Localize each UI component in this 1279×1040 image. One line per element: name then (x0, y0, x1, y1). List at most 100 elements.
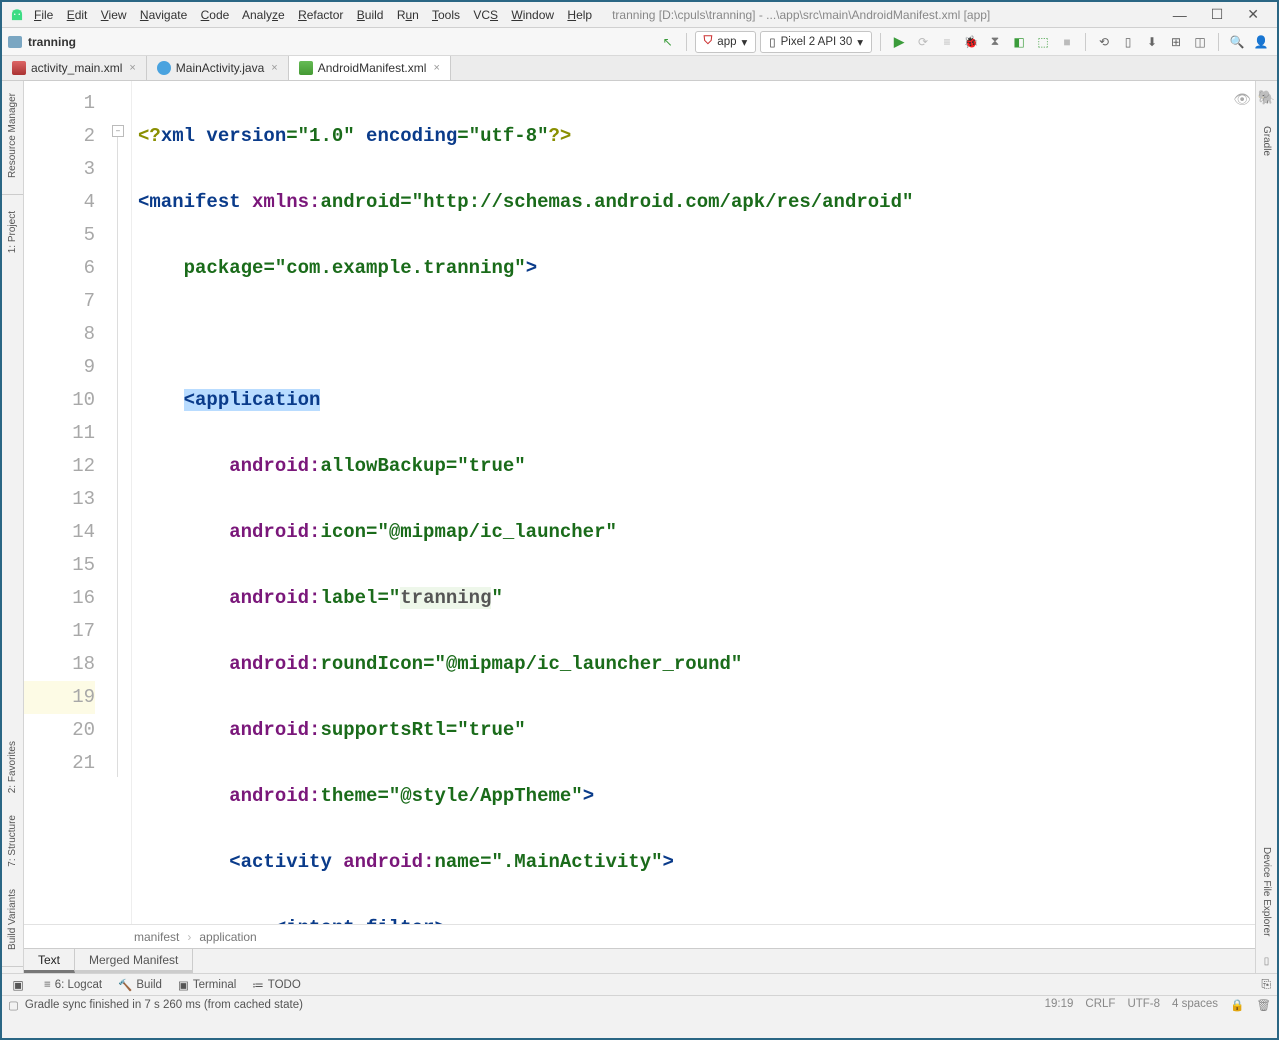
menu-help[interactable]: Help (567, 8, 592, 22)
fold-strip: – (104, 81, 132, 924)
separator (686, 33, 687, 51)
apply-changes-icon[interactable]: ⟳ (913, 32, 933, 52)
line-separator[interactable]: CRLF (1085, 998, 1115, 1012)
coverage-icon[interactable]: ◧ (1009, 32, 1029, 52)
menu-analyze[interactable]: Analyze (242, 8, 285, 22)
event-log-icon[interactable]: ⎘ (1261, 977, 1271, 992)
build-icon[interactable]: ↖ (658, 32, 678, 52)
code-editor[interactable]: 👁 123456789101112131415161718192021 – <?… (24, 81, 1255, 924)
sdk-manager-icon[interactable]: ⬇ (1142, 32, 1162, 52)
device-label: Pixel 2 API 30 (781, 36, 853, 48)
tool-terminal[interactable]: ▣ Terminal (178, 978, 236, 992)
window-close-icon[interactable]: ✕ (1247, 6, 1259, 23)
tab-label: activity_main.xml (31, 61, 122, 75)
breadcrumb-item[interactable]: application (199, 930, 256, 944)
device-combo[interactable]: ▯ Pixel 2 API 30 ▾ (760, 31, 872, 53)
menu-window[interactable]: Window (511, 8, 554, 22)
status-message: Gradle sync finished in 7 s 260 ms (from… (25, 999, 303, 1011)
bottom-tab-merged[interactable]: Merged Manifest (75, 949, 193, 973)
menu-build[interactable]: Build (357, 8, 384, 22)
tool-build[interactable]: 🔨 Build (118, 978, 162, 992)
close-icon[interactable]: × (433, 62, 439, 74)
bottom-tool-bar: ▣ ≡ 6: Logcat 🔨 Build ▣ Terminal ≔ TODO … (2, 973, 1277, 995)
breadcrumb-item[interactable]: manifest (134, 930, 179, 944)
bottom-tab-text[interactable]: Text (24, 949, 75, 973)
user-icon[interactable]: 👤 (1251, 32, 1271, 52)
editor-panel: 👁 123456789101112131415161718192021 – <?… (24, 81, 1255, 973)
rail-gradle[interactable]: Gradle (1261, 120, 1272, 162)
tab-label: MainActivity.java (176, 61, 264, 75)
tab-mainactivity[interactable]: MainActivity.java × (147, 56, 289, 80)
menu-navigate[interactable]: Navigate (140, 8, 187, 22)
close-icon[interactable]: × (271, 62, 277, 74)
nav-crumb-label: tranning (28, 35, 76, 49)
profiler-icon[interactable]: ⧗ (985, 32, 1005, 52)
manifest-file-icon (299, 61, 313, 75)
indent[interactable]: 4 spaces (1172, 998, 1218, 1012)
run-icon[interactable]: ▶ (889, 32, 909, 52)
readonly-lock-icon[interactable]: 🔒 (1230, 998, 1244, 1012)
run-config-label: app (717, 36, 736, 48)
main-content-row: Resource Manager 1: Project 2: Favorites… (2, 81, 1277, 973)
debug-icon[interactable]: 🐞 (961, 32, 981, 52)
status-bar: ▢ Gradle sync finished in 7 s 260 ms (fr… (2, 995, 1277, 1013)
chevron-right-icon: › (187, 930, 191, 944)
resource-manager-icon[interactable]: ⊞ (1166, 32, 1186, 52)
menu-vcs[interactable]: VCS (473, 8, 498, 22)
main-toolbar: tranning ↖ ⛉ app ▾ ▯ Pixel 2 API 30 ▾ ▶ … (2, 28, 1277, 56)
rail-device-file-explorer[interactable]: Device File Explorer (1261, 841, 1272, 942)
menu-run[interactable]: Run (397, 8, 419, 22)
editor-bottom-tabs: Text Merged Manifest (24, 948, 1255, 973)
tab-androidmanifest[interactable]: AndroidManifest.xml × (289, 56, 451, 80)
status-square-icon[interactable]: ▢ (8, 998, 19, 1012)
encoding[interactable]: UTF-8 (1127, 998, 1160, 1012)
sync-gradle-icon[interactable]: ⟲ (1094, 32, 1114, 52)
caret-position[interactable]: 19:19 (1045, 998, 1074, 1012)
attach-debugger-icon[interactable]: ⬚ (1033, 32, 1053, 52)
window-minimize-icon[interactable]: — (1173, 7, 1187, 23)
close-icon[interactable]: × (129, 62, 135, 74)
separator (2, 194, 23, 195)
menu-refactor[interactable]: Refactor (298, 8, 343, 22)
run-config-combo[interactable]: ⛉ app ▾ (695, 31, 757, 53)
avd-manager-icon[interactable]: ▯ (1118, 32, 1138, 52)
menu-edit[interactable]: Edit (67, 8, 88, 22)
dropdown-icon: ▾ (857, 35, 863, 49)
rail-build-variants[interactable]: Build Variants (7, 883, 18, 956)
code-breadcrumb: manifest › application (24, 924, 1255, 948)
code-lines[interactable]: <?xml version="1.0" encoding="utf-8"?> <… (132, 81, 1255, 924)
rail-favorites[interactable]: 2: Favorites (7, 735, 18, 799)
rail-resource-manager[interactable]: Resource Manager (7, 87, 18, 184)
separator (880, 33, 881, 51)
right-tool-rail: 🐘 Gradle Device File Explorer ▯ (1255, 81, 1277, 973)
phone-icon: ▯ (769, 35, 775, 49)
stop-icon[interactable]: ■ (1057, 32, 1077, 52)
xml-file-icon (12, 61, 26, 75)
search-icon[interactable]: 🔍 (1227, 32, 1247, 52)
tool-window-quick-access-icon[interactable]: ▣ (8, 978, 28, 992)
line-gutter: 123456789101112131415161718192021 (24, 81, 104, 924)
left-tool-rail: Resource Manager 1: Project 2: Favorites… (2, 81, 24, 973)
menu-file[interactable]: File (34, 8, 53, 22)
layout-inspector-icon[interactable]: ◫ (1190, 32, 1210, 52)
separator (1085, 33, 1086, 51)
apply-code-icon[interactable]: ≡ (937, 32, 957, 52)
phone-icon: ▯ (1264, 956, 1270, 967)
menu-tools[interactable]: Tools (432, 8, 460, 22)
menu-bar: File Edit View Navigate Code Analyze Ref… (34, 8, 602, 22)
tool-logcat[interactable]: ≡ 6: Logcat (44, 979, 102, 991)
fold-toggle-icon[interactable]: – (112, 125, 124, 137)
separator (2, 966, 23, 967)
folder-icon (8, 36, 22, 48)
menu-view[interactable]: View (101, 8, 127, 22)
window-title-path: tranning [D:\cpuls\tranning] - ...\app\s… (612, 8, 990, 22)
rail-project[interactable]: 1: Project (7, 205, 18, 259)
memory-trash-icon[interactable]: 🗑 (1256, 998, 1271, 1012)
menu-code[interactable]: Code (201, 8, 230, 22)
nav-breadcrumb[interactable]: tranning (8, 35, 76, 49)
tool-todo[interactable]: ≔ TODO (252, 978, 301, 992)
rail-structure[interactable]: 7: Structure (7, 809, 18, 873)
run-config-icon: ⛉ (704, 35, 713, 48)
window-maximize-icon[interactable]: ☐ (1211, 6, 1224, 23)
tab-activity-main[interactable]: activity_main.xml × (2, 56, 147, 80)
